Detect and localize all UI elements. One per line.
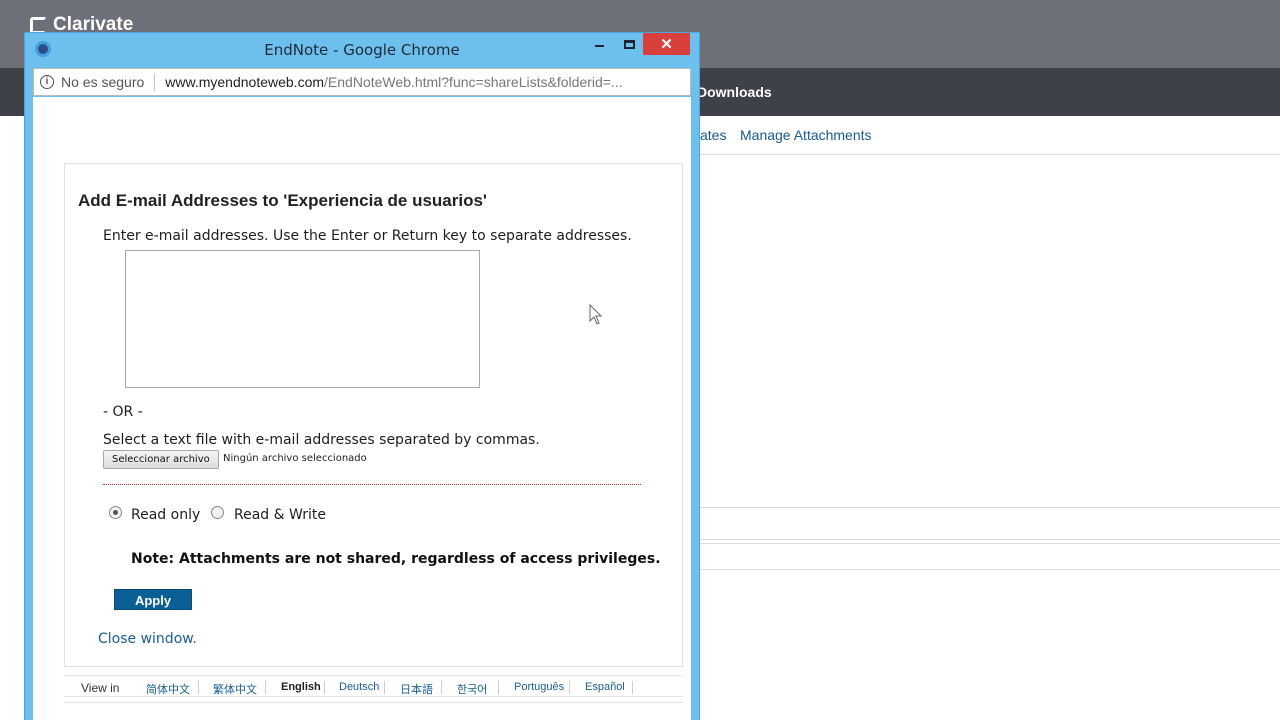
share-form: Add E-mail Addresses to 'Experiencia de … (64, 163, 683, 667)
close-window-link[interactable]: Close window. (98, 631, 197, 647)
lang-japanese[interactable]: 日本語 (400, 681, 433, 697)
read-only-label[interactable]: Read only (131, 507, 200, 523)
info-icon[interactable]: i (40, 75, 54, 89)
url-host: www.myendnoteweb.com (165, 74, 325, 90)
divider (64, 702, 683, 703)
minimize-icon (594, 45, 604, 47)
popup-window: EndNote - Google Chrome ✕ i No es seguro… (24, 32, 700, 720)
security-indicator[interactable]: No es seguro (61, 74, 144, 90)
choose-file-button[interactable]: Seleccionar archivo (103, 450, 219, 469)
divider (384, 681, 385, 694)
apply-button[interactable]: Apply (114, 589, 192, 610)
divider (700, 539, 1280, 540)
divider (700, 543, 1280, 544)
subnav-item-templates[interactable]: ates (700, 127, 726, 143)
maximize-button[interactable] (617, 33, 641, 55)
divider (198, 681, 199, 694)
close-icon: ✕ (660, 36, 673, 53)
divider (441, 681, 442, 694)
view-in-label: View in (81, 681, 120, 695)
divider (103, 484, 641, 485)
address-bar[interactable]: i No es seguro www.myendnoteweb.com /End… (33, 68, 691, 96)
lang-traditional-chinese[interactable]: 繁体中文 (213, 681, 257, 697)
divider (632, 681, 633, 694)
read-write-radio[interactable] (211, 506, 224, 519)
divider (569, 681, 570, 694)
divider (700, 569, 1280, 570)
read-only-radio[interactable] (109, 506, 122, 519)
divider (498, 681, 499, 694)
attachments-note: Note: Attachments are not shared, regard… (131, 551, 661, 567)
page-viewport: Add E-mail Addresses to 'Experiencia de … (33, 97, 691, 720)
lang-korean[interactable]: 한국어 (457, 681, 487, 697)
divider (700, 507, 1280, 508)
file-instructions: Select a text file with e-mail addresses… (103, 432, 540, 448)
url-path: /EndNoteWeb.html?func=shareLists&folderi… (324, 74, 623, 90)
read-write-label[interactable]: Read & Write (234, 507, 326, 523)
language-bar: View in 简体中文 繁体中文 English Deutsch 日本語 한국… (64, 675, 683, 697)
nav-item-downloads[interactable]: Downloads (697, 84, 772, 100)
divider (324, 681, 325, 694)
window-title-bar[interactable]: EndNote - Google Chrome ✕ (25, 33, 699, 66)
email-instructions: Enter e-mail addresses. Use the Enter or… (103, 228, 632, 244)
lang-simplified-chinese[interactable]: 简体中文 (146, 681, 190, 697)
lang-deutsch[interactable]: Deutsch (339, 681, 379, 693)
divider (154, 73, 156, 91)
subnav-item-manage-attachments[interactable]: Manage Attachments (740, 127, 872, 143)
lang-portuguese[interactable]: Português (514, 681, 564, 693)
clarivate-logo-icon (30, 16, 47, 34)
divider (700, 154, 1280, 155)
lang-english[interactable]: English (281, 681, 321, 693)
divider (265, 681, 266, 694)
close-window-button[interactable]: ✕ (643, 33, 690, 55)
minimize-button[interactable] (587, 33, 611, 55)
email-addresses-input[interactable] (125, 250, 480, 388)
or-separator: - OR - (103, 404, 143, 420)
form-title: Add E-mail Addresses to 'Experiencia de … (78, 191, 487, 210)
maximize-icon (623, 39, 635, 49)
file-status: Ningún archivo seleccionado (223, 453, 367, 464)
lang-espanol[interactable]: Español (585, 681, 625, 693)
